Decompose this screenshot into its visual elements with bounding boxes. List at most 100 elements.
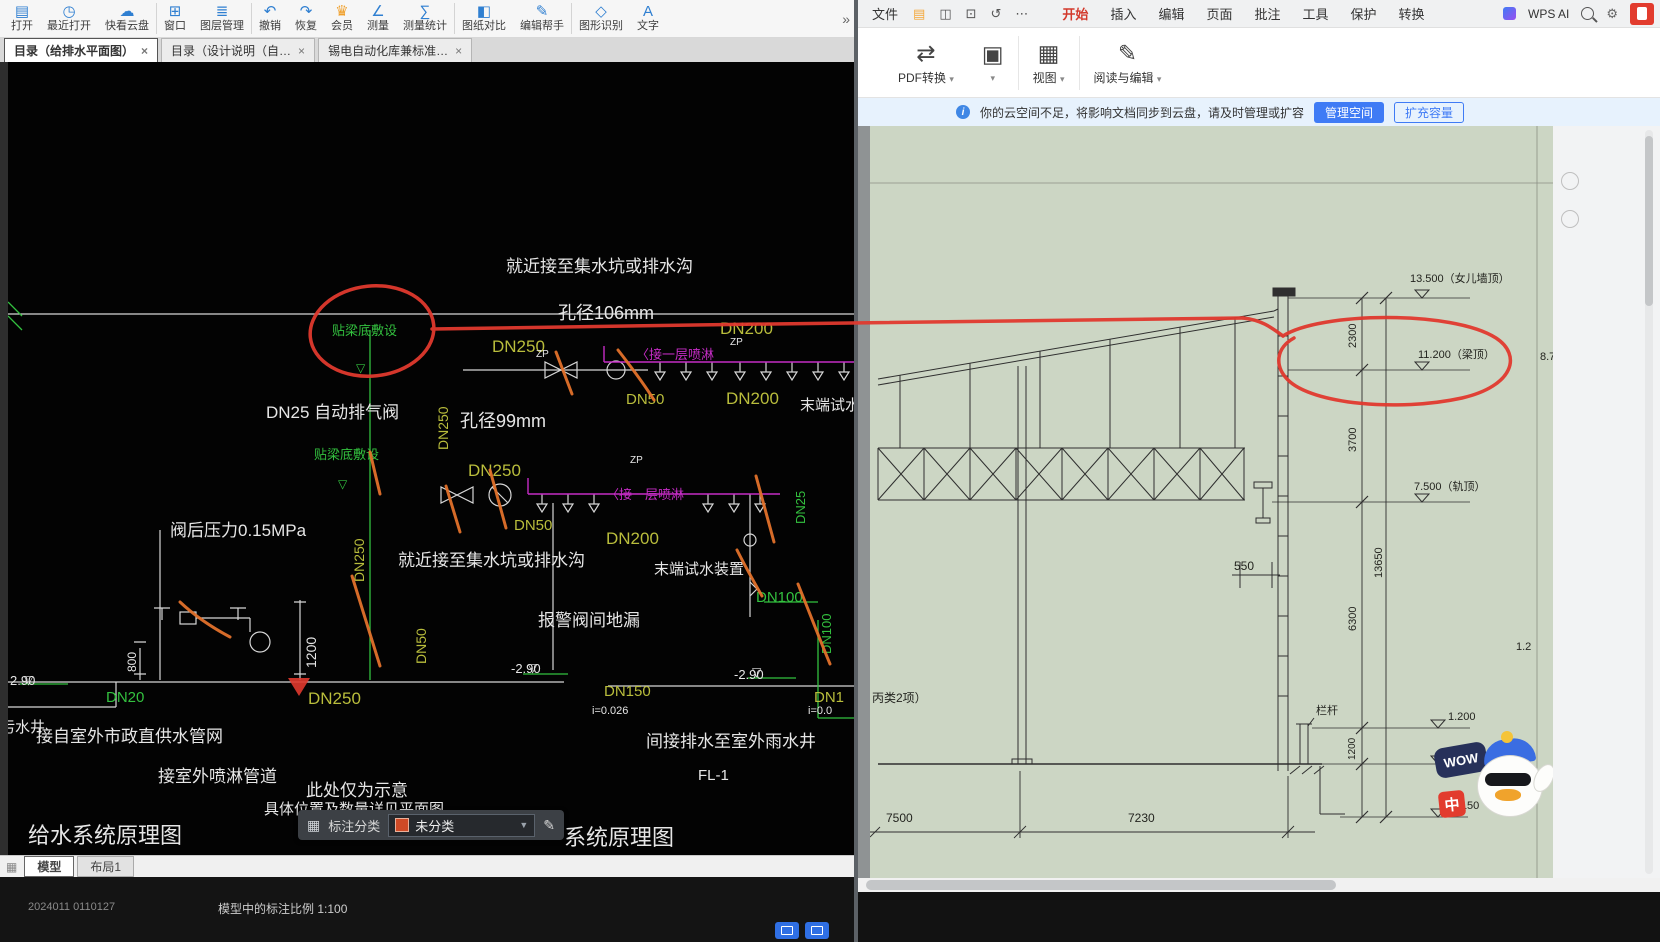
canvas-text: DN50 <box>514 518 552 534</box>
shape-recognition-button[interactable]: ◇ 图形识别 <box>571 3 630 34</box>
drawing-text: 1.2 <box>1516 642 1531 654</box>
canvas-text: ▽ <box>528 662 537 675</box>
drawing-text: 550 <box>1234 560 1254 573</box>
canvas-text: i=0.026 <box>592 706 628 718</box>
annotation-scale-text: 模型中的标注比例 1:100 <box>218 900 347 917</box>
cad-drawing-canvas[interactable]: 就近接至集水坑或排水沟孔径106mmDN200ZPDN250ZP〈接一层喷淋DN… <box>8 62 858 855</box>
tab-drainage-plan[interactable]: 目录（给排水平面图） × <box>4 38 158 62</box>
pdf-page[interactable]: 13.500（女儿墙顶）11.200（梁顶）7.500（轨顶）1.200±0.0… <box>870 126 1553 878</box>
window-button[interactable]: ⊞ 窗口 <box>156 3 193 34</box>
menu-annotate[interactable]: 批注 <box>1243 0 1291 27</box>
redo-button[interactable]: ↷ 恢复 <box>288 3 324 34</box>
print-icon[interactable]: ⊡ <box>959 6 984 22</box>
pdf-tools-button[interactable]: ▣ ▾ <box>968 37 1018 88</box>
horizontal-scrollbar[interactable] <box>858 878 1660 892</box>
measure-icon: ∠ <box>371 4 384 20</box>
view-button[interactable]: ▦ 视图 ▾ <box>1018 36 1079 90</box>
settings-icon[interactable]: ⚙ <box>1606 6 1618 22</box>
canvas-text: 此处仅为示意 <box>306 782 408 800</box>
drawing-compare-button[interactable]: ◧ 图纸对比 <box>454 3 513 34</box>
layout-tabbar: ▦ 模型布局1 <box>0 855 858 877</box>
tab-xidian-warehouse[interactable]: 锡电自动化库兼标准… × <box>318 38 472 62</box>
tab-model[interactable]: 模型 <box>24 856 74 877</box>
undo-button[interactable]: ↶ 撤销 <box>251 3 288 34</box>
vertical-scrollbar[interactable] <box>1645 130 1653 874</box>
menu-edit[interactable]: 编辑 <box>1147 0 1195 27</box>
drawing-text: 7230 <box>1128 812 1155 825</box>
file-menu[interactable]: 文件 <box>864 4 906 23</box>
horizontal-scrollbar-thumb[interactable] <box>866 880 1336 890</box>
wps-titlebar: 文件 ▤◫⊡↺⋯ 开始插入编辑页面批注工具保护转换 WPS AI ⚙ <box>858 0 1660 28</box>
window-icon: ⊞ <box>169 4 182 20</box>
read-edit-button[interactable]: ✎ 阅读与编辑 ▾ <box>1079 36 1176 90</box>
drawing-compare-icon: ◧ <box>477 4 491 20</box>
drawing-text: 丙类2项） <box>872 692 927 705</box>
drawing-text: 13.500（女儿墙顶） <box>1410 274 1510 286</box>
layer-manager-button[interactable]: ≣ 图层管理 <box>193 3 251 34</box>
float-button[interactable] <box>1561 210 1579 228</box>
menu-page[interactable]: 页面 <box>1195 0 1243 27</box>
canvas-text: i=0.0 <box>808 706 832 718</box>
tab-close-icon[interactable]: × <box>455 44 462 58</box>
wps-ai-label[interactable]: WPS AI <box>1528 7 1569 21</box>
measure-button[interactable]: ∠ 测量 <box>360 3 396 34</box>
canvas-text: 1200 <box>304 637 319 668</box>
drawing-text: 7.500（轨顶） <box>1414 482 1486 494</box>
undo-icon[interactable]: ↺ <box>984 6 1009 22</box>
measure-stats-button[interactable]: ∑ 测量统计 <box>396 3 454 34</box>
canvas-text: ▽ <box>338 478 347 491</box>
grid-icon[interactable]: ▦ <box>307 817 320 834</box>
toolbar-overflow-icon[interactable]: » <box>842 11 850 27</box>
shape-recognition-icon: ◇ <box>595 4 607 20</box>
vertical-scrollbar-thumb[interactable] <box>1645 136 1653 306</box>
status-panel-icon[interactable] <box>775 922 799 939</box>
canvas-text: 800 <box>126 652 139 672</box>
redo-icon: ↷ <box>300 4 313 20</box>
document-area: 13.500（女儿墙顶）11.200（梁顶）7.500（轨顶）1.200±0.0… <box>858 126 1660 878</box>
window-divider[interactable] <box>854 0 858 942</box>
canvas-text: 贴梁底敷设 <box>332 324 397 338</box>
tab-layout1[interactable]: 布局1 <box>77 856 134 877</box>
edit-helper-icon: ✎ <box>536 4 549 20</box>
edit-annotation-icon[interactable]: ✎ <box>543 817 555 834</box>
notice-text: 你的云空间不足，将影响文档同步到云盘，请及时管理或扩容 <box>980 104 1304 121</box>
cloud-drive-button[interactable]: ☁ 快看云盘 <box>98 3 156 34</box>
more-icon[interactable]: ⋯ <box>1008 6 1035 22</box>
tab-close-icon[interactable]: × <box>141 44 148 58</box>
float-button[interactable] <box>1561 172 1579 190</box>
menu-convert[interactable]: 转换 <box>1388 0 1436 27</box>
edit-helper-button[interactable]: ✎ 编辑帮手 <box>513 3 571 34</box>
recent-files-icon: ◷ <box>62 4 75 20</box>
pdf-convert-button[interactable]: ⇄ PDF转换 ▾ <box>884 36 968 90</box>
menu-insert[interactable]: 插入 <box>1099 0 1147 27</box>
canvas-text: DN200 <box>720 320 773 338</box>
text-tool-button[interactable]: A 文字 <box>630 3 666 34</box>
open-button[interactable]: ▤ 打开 <box>4 3 40 34</box>
expand-capacity-button[interactable]: 扩充容量 <box>1394 102 1464 123</box>
canvas-left-gutter <box>0 62 8 855</box>
vip-member-button[interactable]: ♛ 会员 <box>324 3 360 34</box>
category-dropdown[interactable]: 未分类 ▼ <box>388 814 535 837</box>
folder-icon[interactable]: ▤ <box>906 6 932 22</box>
canvas-text: 报警阀间地漏 <box>538 612 640 630</box>
undo-icon: ↶ <box>264 4 277 20</box>
menu-start[interactable]: 开始 <box>1051 0 1099 27</box>
manage-space-button[interactable]: 管理空间 <box>1314 102 1384 123</box>
menu-protect[interactable]: 保护 <box>1340 0 1388 27</box>
titlebar-right-group: WPS AI ⚙ <box>1503 3 1654 25</box>
tab-design-notes[interactable]: 目录（设计说明（自… × <box>161 38 315 62</box>
save-icon[interactable]: ◫ <box>932 6 958 22</box>
canvas-text: 阀后压力0.15MPa <box>170 522 306 540</box>
measure-stats-icon: ∑ <box>420 4 431 20</box>
status-panel-icon[interactable] <box>805 922 829 939</box>
cad-toolbar: ▤ 打开 ◷ 最近打开 ☁ 快看云盘 ⊞ 窗口 ≣ 图层管理 ↶ 撤销 ↷ 恢复 <box>0 0 858 38</box>
tab-close-icon[interactable]: × <box>298 44 305 58</box>
chevron-down-icon: ▾ <box>949 74 954 84</box>
document-tabbar: 目录（给排水平面图） × 目录（设计说明（自… × 锡电自动化库兼标准… × <box>0 38 858 62</box>
menu-tools[interactable]: 工具 <box>1292 0 1340 27</box>
recent-open-button[interactable]: ◷ 最近打开 <box>40 3 98 34</box>
chevron-down-icon: ▾ <box>990 73 995 83</box>
red-packet-icon[interactable] <box>1630 3 1654 25</box>
search-icon[interactable] <box>1581 7 1594 20</box>
layout-grid-icon[interactable]: ▦ <box>6 860 17 874</box>
